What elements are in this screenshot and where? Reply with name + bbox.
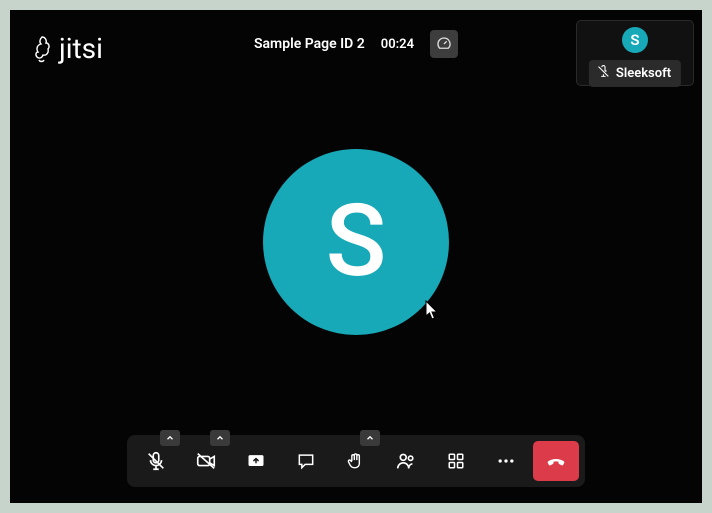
video-conference-app: jitsi Sample Page ID 2 00:24 S xyxy=(10,10,702,503)
mouse-cursor xyxy=(425,300,441,326)
chat-button[interactable] xyxy=(283,441,329,481)
main-avatar: S xyxy=(263,149,449,335)
call-timer: 00:24 xyxy=(381,37,414,52)
brand-name: jitsi xyxy=(59,32,103,65)
header-center: Sample Page ID 2 00:24 xyxy=(254,30,458,58)
brand-logo: jitsi xyxy=(30,32,103,65)
camera-button[interactable] xyxy=(183,441,229,481)
mic-button[interactable] xyxy=(133,441,179,481)
thumbnail-avatar: S xyxy=(622,27,648,53)
reactions-chevron[interactable] xyxy=(360,430,380,446)
tile-view-button[interactable] xyxy=(433,441,479,481)
main-avatar-initial: S xyxy=(326,183,387,300)
room-title: Sample Page ID 2 xyxy=(254,36,365,52)
mic-options-chevron[interactable] xyxy=(160,430,180,446)
toolbar xyxy=(127,435,585,487)
jitsi-icon xyxy=(30,34,54,64)
screenshare-button[interactable] xyxy=(233,441,279,481)
participant-thumbnail[interactable]: S Sleeksoft xyxy=(576,20,694,86)
mic-muted-icon xyxy=(597,65,610,82)
hangup-button[interactable] xyxy=(533,441,579,481)
performance-button[interactable] xyxy=(430,30,458,58)
thumbnail-label: Sleeksoft xyxy=(589,60,681,87)
camera-options-chevron[interactable] xyxy=(210,430,230,446)
thumbnail-initial: S xyxy=(630,31,639,49)
participants-button[interactable] xyxy=(383,441,429,481)
more-actions-button[interactable] xyxy=(483,441,529,481)
thumbnail-name: Sleeksoft xyxy=(616,66,671,81)
raise-hand-button[interactable] xyxy=(333,441,379,481)
